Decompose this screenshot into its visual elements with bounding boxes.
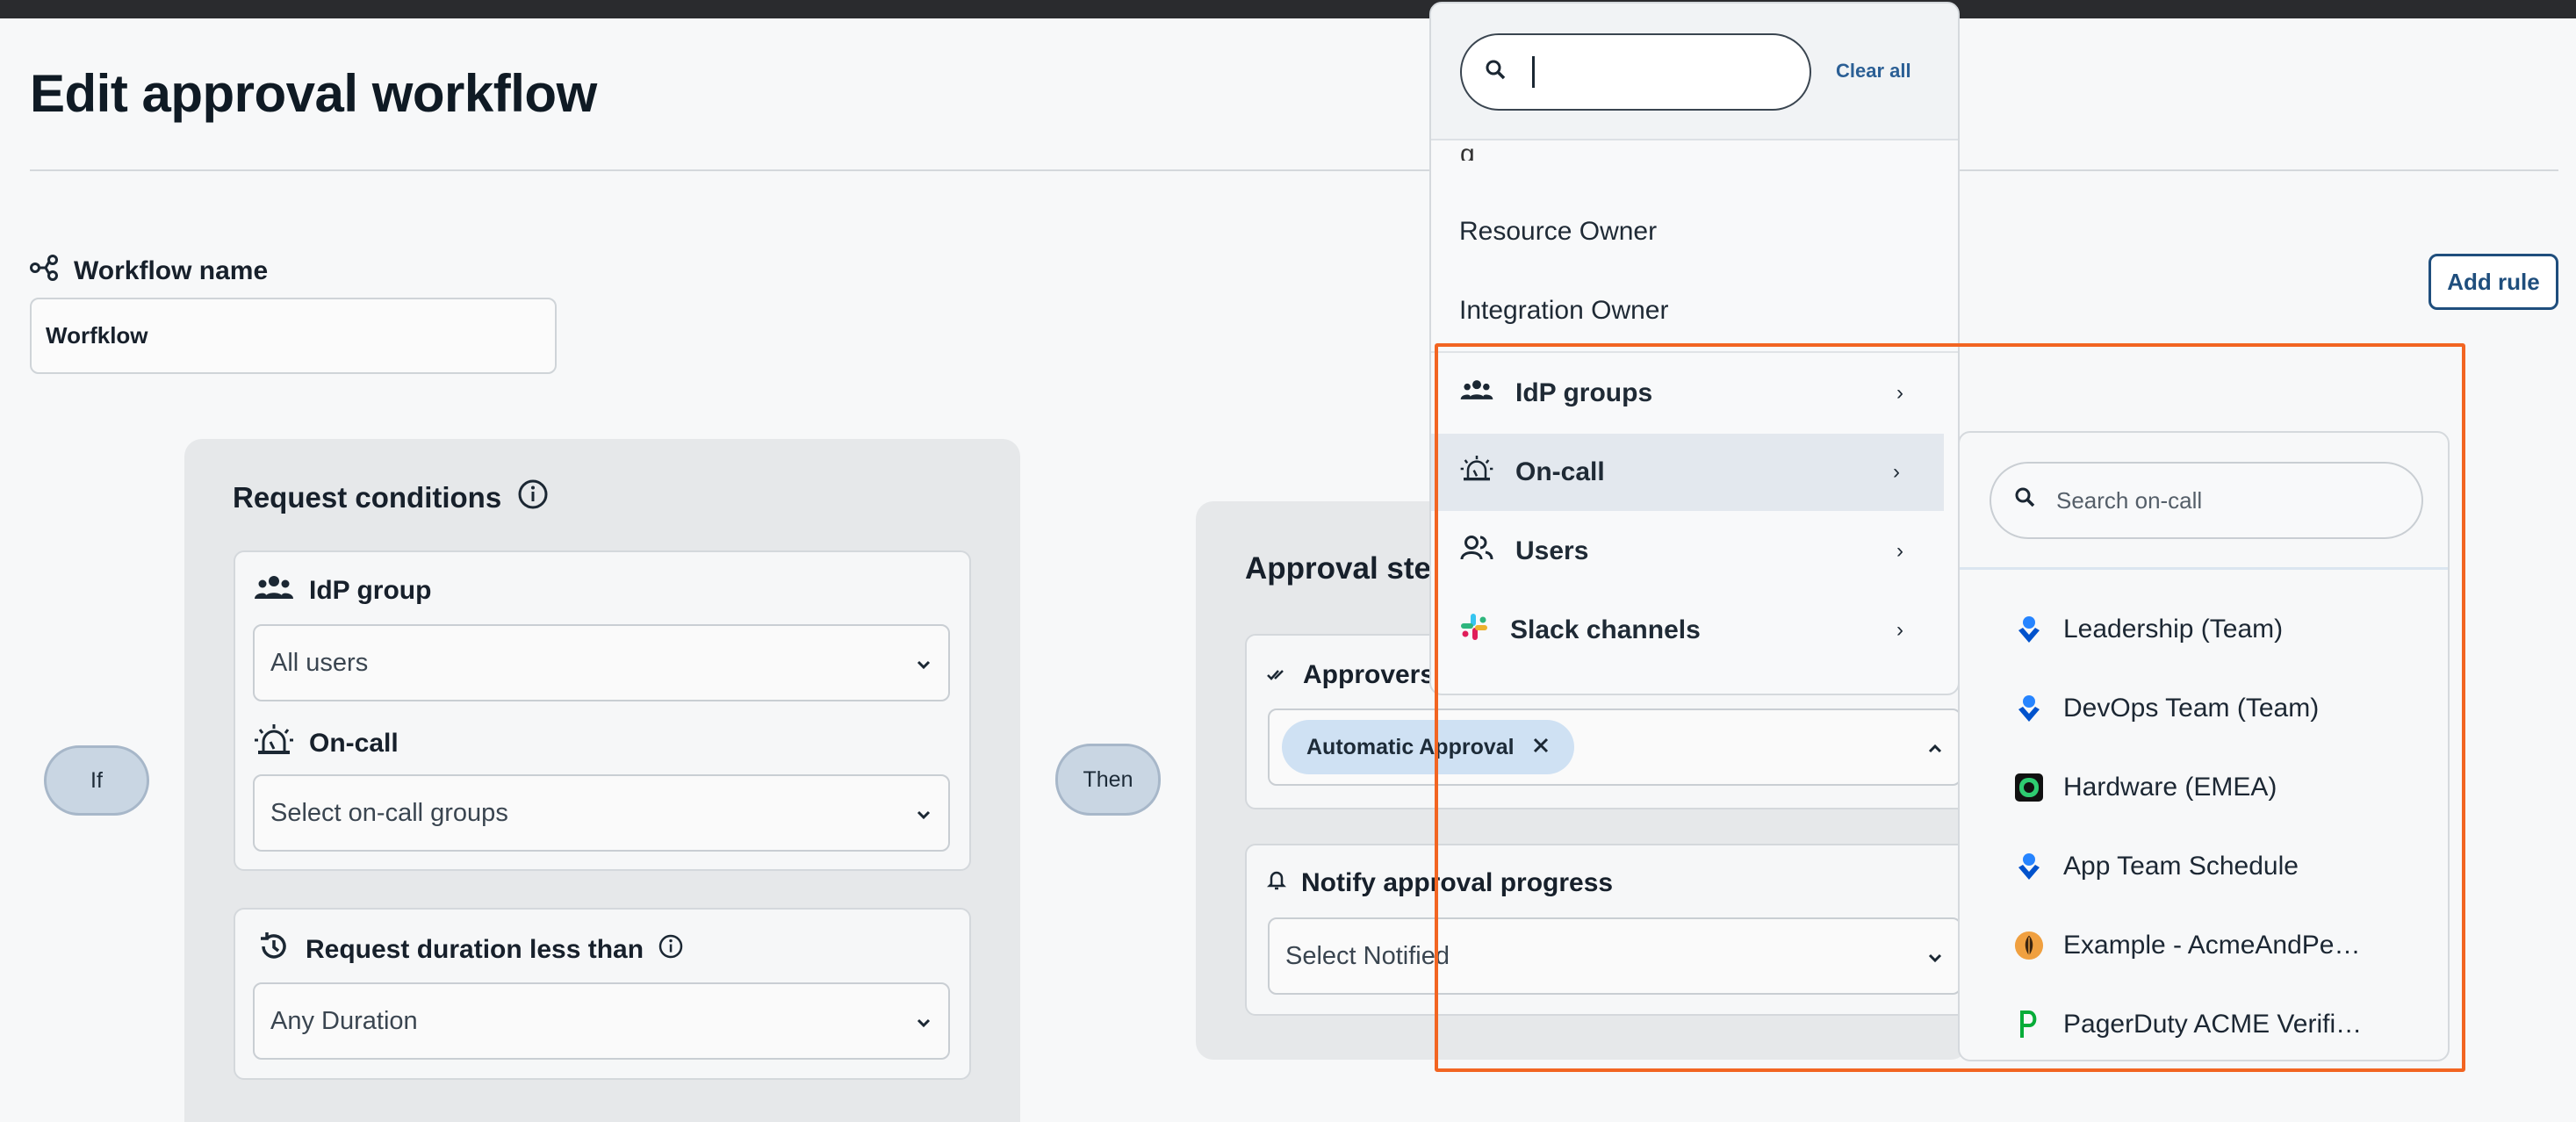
users-icon — [1459, 534, 1494, 569]
group-icon — [1459, 378, 1494, 408]
siren-icon — [1459, 454, 1494, 491]
opsgenie-icon — [2014, 615, 2044, 644]
automatic-approval-chip: Automatic Approval — [1282, 720, 1574, 774]
oncall-select[interactable]: Select on-call groups — [253, 774, 950, 852]
slack-icon — [1459, 612, 1489, 649]
oncall-item[interactable]: Hardware (EMEA) — [2014, 761, 2277, 814]
if-pill: If — [44, 745, 149, 816]
oncall-item[interactable]: Example - AcmeAndPe… — [2014, 919, 2360, 972]
oncall-submenu: Search on-call Leadership (Team) DevOps … — [1958, 431, 2450, 1061]
header-divider — [30, 169, 2558, 171]
idp-group-label: IdP group — [253, 574, 431, 608]
workflow-name-input[interactable]: Worfklow — [30, 298, 557, 374]
oncall-item[interactable]: App Team Schedule — [2014, 840, 2299, 893]
chevron-down-icon — [915, 1007, 932, 1036]
duration-select[interactable]: Any Duration — [253, 982, 950, 1060]
bell-icon — [1266, 868, 1287, 898]
chevron-right-icon: › — [1893, 460, 1900, 484]
schedule-green-icon — [2014, 773, 2044, 802]
oncall-item[interactable]: PagerDuty ACME Verifi… — [2014, 998, 2362, 1051]
oncall-search-placeholder: Search on-call — [2056, 486, 2203, 514]
approvers-label: Approvers — [1266, 660, 1435, 690]
notify-label: Notify approval progress — [1266, 868, 1613, 898]
chevron-up-icon — [1926, 733, 1944, 762]
close-icon[interactable] — [1532, 735, 1550, 760]
search-icon — [1485, 59, 1507, 86]
siren-icon — [253, 723, 295, 765]
menu-item-on-call[interactable]: On-call › — [1431, 434, 1944, 511]
request-conditions-title: Request conditions — [233, 478, 549, 517]
info-icon[interactable] — [658, 933, 684, 967]
oncall-submenu-header: Search on-call — [1960, 433, 2448, 570]
notify-select[interactable]: Select Notified — [1268, 917, 1961, 995]
chevron-right-icon: › — [1896, 618, 1903, 642]
history-icon — [256, 929, 291, 971]
scrolled-item-peek: g — [1460, 148, 1475, 161]
chevron-down-icon — [1926, 942, 1944, 971]
menu-item-idp-groups[interactable]: IdP groups › — [1431, 355, 1958, 432]
add-rule-button[interactable]: Add rule — [2428, 254, 2558, 310]
workflow-name-label: Workflow name — [30, 255, 268, 288]
menu-item-users[interactable]: Users › — [1431, 513, 1958, 590]
then-pill: Then — [1055, 744, 1161, 816]
opsgenie-icon — [2014, 852, 2044, 881]
chevron-right-icon: › — [1896, 381, 1903, 405]
pagerduty-icon — [2014, 1010, 2044, 1039]
chevron-right-icon: › — [1896, 539, 1903, 563]
text-caret — [1532, 56, 1535, 88]
chevron-down-icon — [915, 799, 932, 828]
oncall-placeholder: Select on-call groups — [270, 798, 508, 827]
oncall-item[interactable]: DevOps Team (Team) — [2014, 682, 2319, 735]
dropdown-header: Clear all — [1431, 4, 1958, 140]
top-bar — [0, 0, 2576, 18]
search-icon — [2014, 486, 2037, 515]
menu-divider — [1431, 351, 1958, 353]
oncall-label: On-call — [253, 723, 399, 765]
duration-label: Request duration less than — [256, 929, 684, 971]
chevron-down-icon — [915, 649, 932, 678]
double-check-icon — [1266, 660, 1289, 690]
dropdown-search-input[interactable] — [1460, 33, 1811, 111]
workflow-icon — [30, 255, 60, 288]
oncall-search-input[interactable]: Search on-call — [1990, 462, 2423, 539]
info-icon[interactable] — [517, 478, 549, 517]
group-icon — [253, 574, 295, 608]
clear-all-link[interactable]: Clear all — [1836, 60, 1911, 83]
duration-value: Any Duration — [270, 1006, 418, 1035]
menu-item-integration-owner[interactable]: Integration Owner — [1431, 272, 1958, 349]
leaf-orange-icon — [2014, 931, 2044, 960]
menu-item-resource-owner[interactable]: Resource Owner — [1431, 193, 1958, 270]
menu-item-slack-channels[interactable]: Slack channels › — [1431, 592, 1958, 669]
page-title: Edit approval workflow — [30, 64, 597, 123]
idp-group-select[interactable]: All users — [253, 624, 950, 701]
approver-dropdown-menu: Clear all g Resource Owner Integration O… — [1429, 2, 1960, 695]
oncall-item[interactable]: Leadership (Team) — [2014, 603, 2283, 656]
idp-group-value: All users — [270, 648, 369, 677]
notify-placeholder: Select Notified — [1285, 941, 1450, 970]
workflow-name-value: Worfklow — [46, 322, 148, 349]
opsgenie-icon — [2014, 694, 2044, 723]
